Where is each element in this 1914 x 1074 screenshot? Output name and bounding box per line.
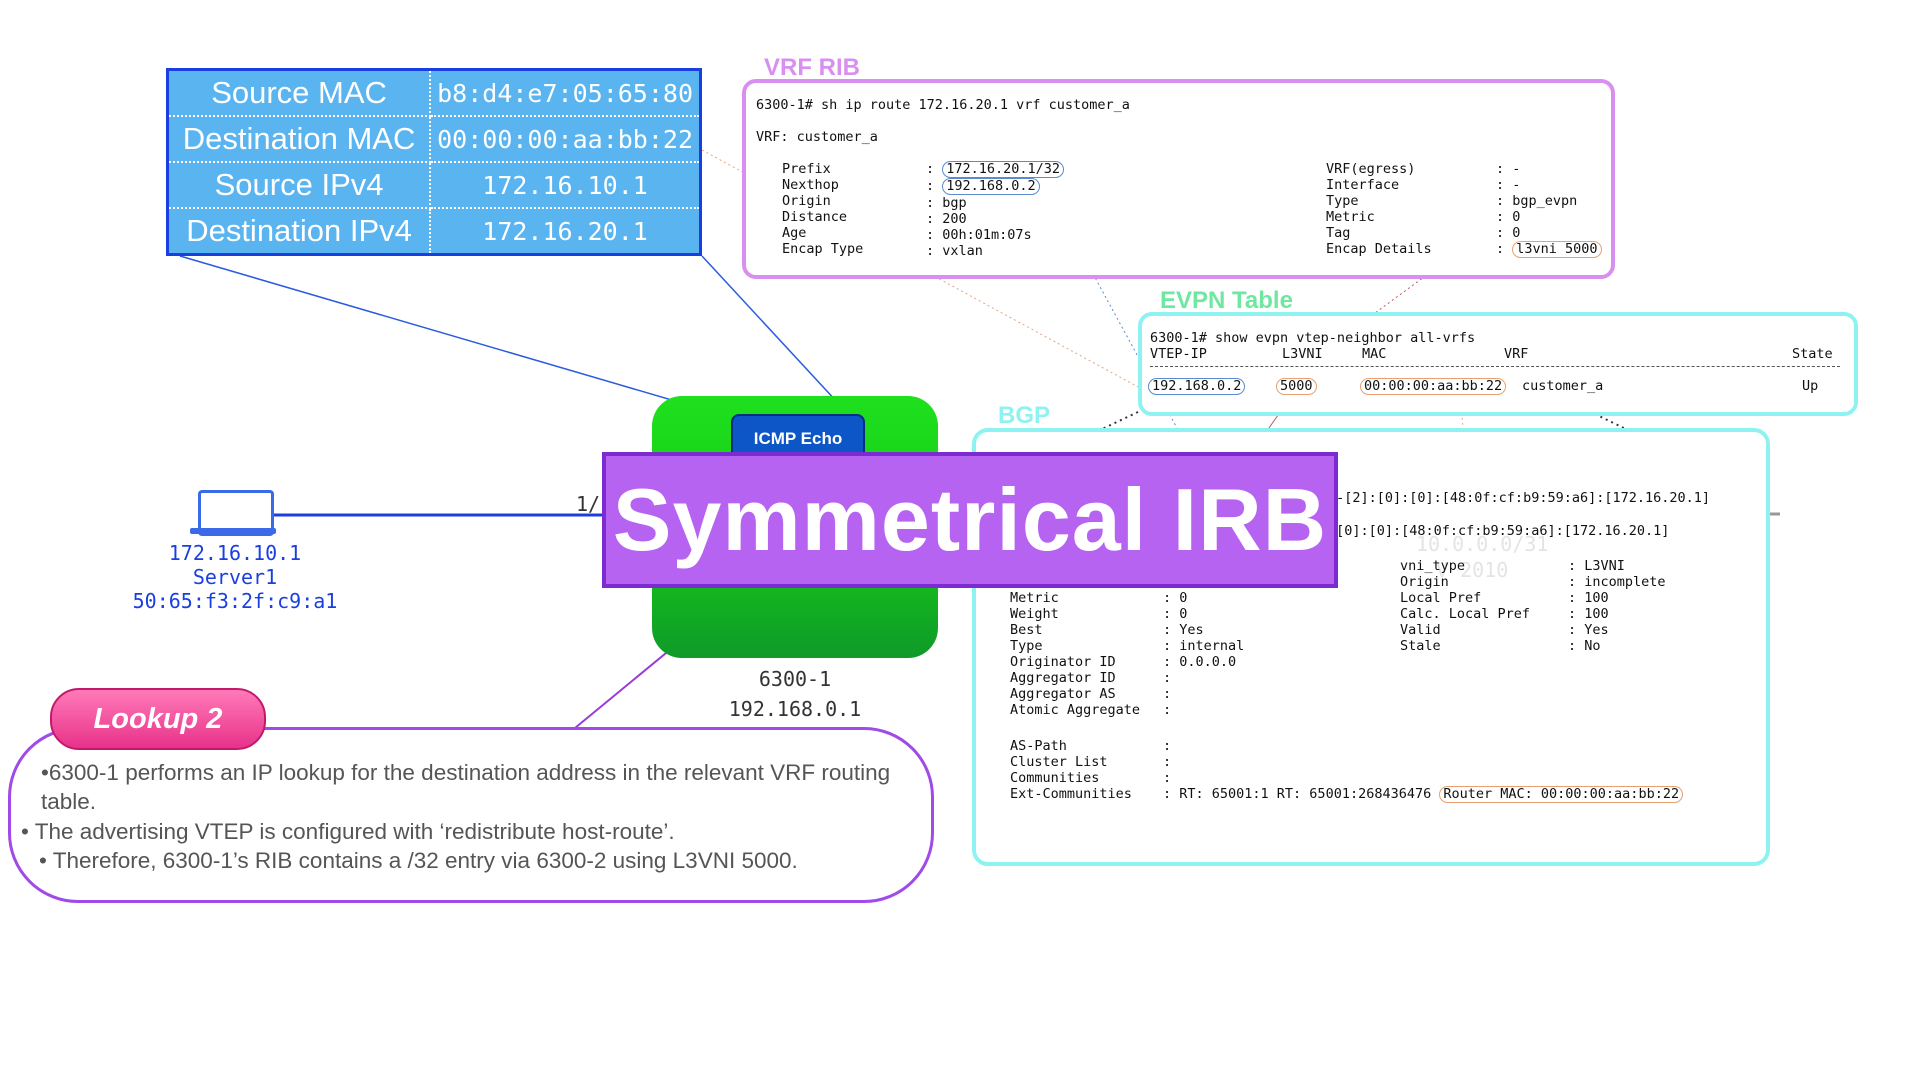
evpn-header-l3vni: L3VNI — [1282, 346, 1323, 362]
evpn-row-vrf: customer_a — [1522, 378, 1604, 394]
packet-header-table: Source MAC b8:d4:e7:05:65:80 Destination… — [166, 68, 702, 256]
vrf-line: VRF: customer_a — [756, 129, 878, 145]
table-row: Destination MAC 00:00:00:aa:bb:22 — [166, 115, 702, 163]
server-ip: 172.16.10.1 — [168, 541, 302, 565]
vrf-right-keys: VRF(egress) Interface Type Metric Tag En… — [1326, 161, 1432, 257]
switch-ip: 192.168.0.1 — [728, 697, 862, 721]
field-label: Destination MAC — [166, 115, 432, 163]
bgp-left-values: : 0 : 0 : Yes : internal : 0.0.0.0 : : : — [1163, 590, 1245, 718]
lookup-line-1: •6300-1 performs an IP lookup for the de… — [41, 760, 891, 814]
evpn-row-vtep: 192.168.0.2 — [1148, 378, 1246, 395]
bgp-bottom-values: : : : : RT: 65001:1 RT: 65001:268436476 … — [1163, 738, 1684, 803]
evpn-header-mac: MAC — [1362, 346, 1387, 362]
bgp-right-values: : L3VNI : incomplete : 100 : 100 : Yes :… — [1568, 558, 1666, 654]
laptop-base-icon — [190, 528, 276, 534]
title-text: Symmetrical IRB — [612, 470, 1328, 569]
evpn-header-vrf: VRF — [1504, 346, 1529, 362]
vrf-rib-tag: VRF RIB — [764, 54, 860, 81]
vrf-left-keys: Prefix Nexthop Origin Distance Age Encap… — [782, 161, 864, 257]
evpn-row-l3vni: 5000 — [1276, 378, 1317, 395]
lookup-line-2: • The advertising VTEP is configured wit… — [21, 819, 675, 844]
server-mac: 50:65:f3:2f:c9:a1 — [132, 589, 338, 613]
lookup-line-3: • Therefore, 6300-1’s RIB contains a /32… — [39, 848, 798, 873]
bgp-right-keys: vni_type Origin Local Pref Calc. Local P… — [1400, 558, 1531, 654]
evpn-table-panel: 6300-1# show evpn vtep-neighbor all-vrfs… — [1138, 312, 1858, 416]
bgp-bottom-keys: AS-Path Cluster List Communities Ext-Com… — [1010, 738, 1132, 802]
port-label: 1/ — [576, 492, 601, 516]
lookup-title: Lookup 2 — [93, 702, 223, 735]
table-row: Source IPv4 172.16.10.1 — [166, 161, 702, 209]
switch-label: 6300-1 192.168.0.1 — [700, 664, 890, 724]
field-label: Source MAC — [166, 68, 432, 117]
switch-name: 6300-1 — [758, 667, 832, 691]
bgp-tag: BGP — [998, 402, 1051, 429]
bgp-left-keys: Metric Weight Best Type Originator ID Ag… — [1010, 590, 1141, 718]
lookup-title-pill: Lookup 2 — [50, 688, 266, 750]
evpn-header-state: State — [1792, 346, 1833, 362]
bgp-ghost-text1: 10.0.0.0/31 — [1416, 532, 1549, 556]
vrf-right-values: : - : - : bgp_evpn : 0 : 0 : l3vni 5000 — [1496, 161, 1602, 258]
field-label: Source IPv4 — [166, 161, 432, 209]
evpn-divider — [1150, 366, 1840, 367]
field-value: 00:00:00:aa:bb:22 — [429, 115, 702, 163]
server-name: Server1 — [192, 565, 278, 589]
evpn-command: 6300-1# show evpn vtep-neighbor all-vrfs — [1150, 330, 1476, 346]
evpn-header-vtep: VTEP-IP — [1150, 346, 1207, 362]
vrf-rib-panel: 6300-1# sh ip route 172.16.20.1 vrf cust… — [742, 79, 1615, 279]
field-label: Destination IPv4 — [166, 207, 432, 256]
table-row: Destination IPv4 172.16.20.1 — [166, 207, 702, 256]
evpn-table-tag: EVPN Table — [1160, 287, 1293, 314]
field-value: b8:d4:e7:05:65:80 — [429, 68, 702, 117]
vrf-left-values: : 172.16.20.1/32 : 192.168.0.2 : bgp : 2… — [926, 161, 1065, 259]
bgp-route-line1: 0-[2]:[0]:[0]:[48:0f:cf:b9:59:a6]:[172.1… — [1328, 490, 1711, 506]
field-value: 172.16.10.1 — [429, 161, 702, 209]
field-value: 172.16.20.1 — [429, 207, 702, 256]
title-banner: Symmetrical IRB — [602, 452, 1338, 588]
server-label: 172.16.10.1 Server1 50:65:f3:2f:c9:a1 — [120, 541, 350, 613]
evpn-row-mac: 00:00:00:aa:bb:22 — [1360, 378, 1507, 395]
table-row: Source MAC b8:d4:e7:05:65:80 — [166, 68, 702, 117]
lookup-callout: •6300-1 performs an IP lookup for the de… — [8, 727, 934, 903]
evpn-row-state: Up — [1802, 378, 1819, 394]
vrf-command: 6300-1# sh ip route 172.16.20.1 vrf cust… — [756, 97, 1130, 113]
